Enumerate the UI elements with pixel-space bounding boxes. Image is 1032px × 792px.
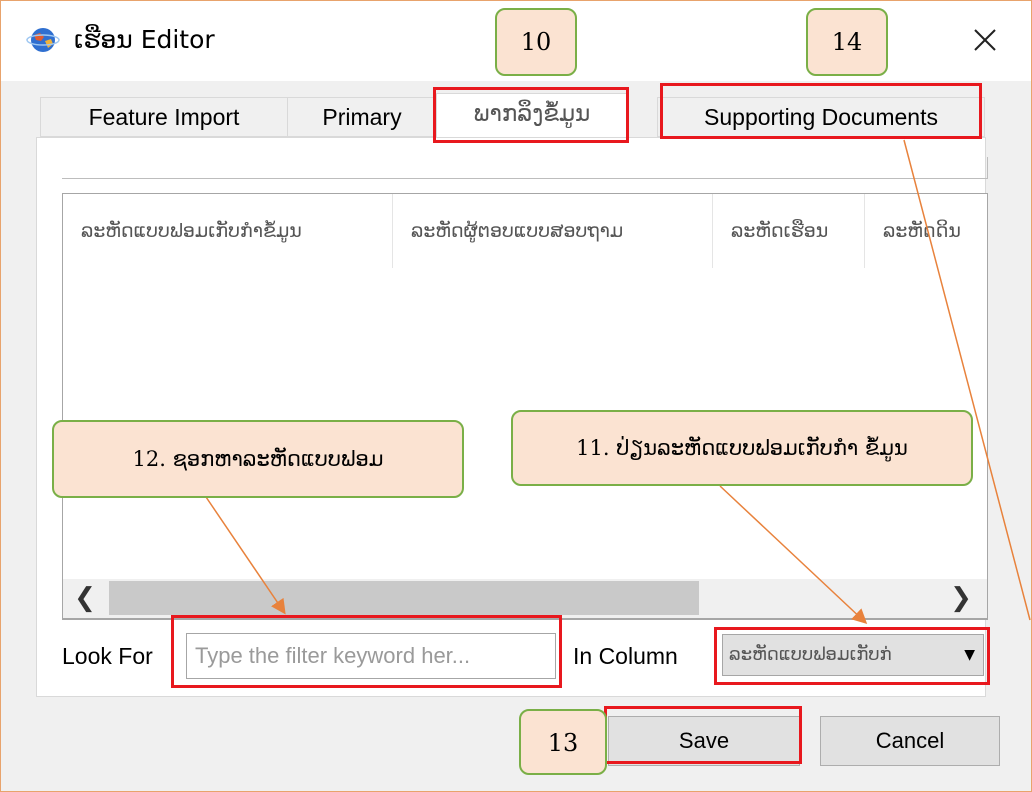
column-header-land-code[interactable]: ລະຫັດດິນ: [865, 194, 987, 268]
callout-13: 13: [519, 709, 607, 775]
chevron-down-icon[interactable]: ▼: [964, 635, 975, 675]
scroll-left-icon[interactable]: ❮: [71, 583, 99, 613]
column-header-house-code[interactable]: ລະຫັດເຮືອນ: [713, 194, 865, 268]
in-column-label: In Column: [573, 643, 678, 669]
column-header-form-code[interactable]: ລະຫັດແບບຟອມເກັບກຳຂໍ້ມູນ: [63, 194, 393, 268]
callout-12: 12. ຊອກຫາລະຫັດແບບຟອມ: [52, 420, 464, 498]
window-title: ເຮືອນ Editor: [74, 25, 215, 54]
data-grid[interactable]: ລະຫັດແບບຟອມເກັບກຳຂໍ້ມູນ ລະຫັດຜູ້ຕອບແບບສອ…: [62, 193, 988, 620]
column-header-respondent-code[interactable]: ລະຫັດຜູ້ຕອບແບບສອບຖາມ: [393, 194, 713, 268]
filter-keyword-input[interactable]: [186, 633, 556, 679]
look-for-label: Look For: [62, 643, 153, 669]
column-select-value: ລະຫັດແບບຟອມເກັບກ່: [729, 644, 892, 665]
callout-14: 14: [806, 8, 888, 76]
cancel-button[interactable]: Cancel: [820, 716, 1000, 766]
tab-feature-import[interactable]: Feature Import: [40, 97, 288, 137]
horizontal-scrollbar[interactable]: ❮ ❯: [62, 579, 988, 619]
globe-icon: [26, 28, 60, 52]
tab-supporting-documents[interactable]: Supporting Documents: [657, 97, 985, 137]
panel-top-field: [62, 157, 988, 179]
callout-10: 10: [495, 8, 577, 76]
column-select[interactable]: ລະຫັດແບບຟອມເກັບກ່ ▼: [722, 634, 984, 676]
callout-11: 11. ປ່ຽນລະຫັດແບບຟອມເກັບກຳ ຂໍ້ມູນ: [511, 410, 973, 486]
save-button[interactable]: Save: [608, 716, 800, 766]
scroll-right-icon[interactable]: ❯: [947, 583, 975, 613]
scrollbar-thumb[interactable]: [109, 581, 699, 615]
close-icon[interactable]: [962, 20, 1008, 60]
tab-primary[interactable]: Primary: [287, 97, 437, 137]
tab-data-entry[interactable]: ພາກລຶງຂໍ້ມູນ: [436, 93, 628, 137]
